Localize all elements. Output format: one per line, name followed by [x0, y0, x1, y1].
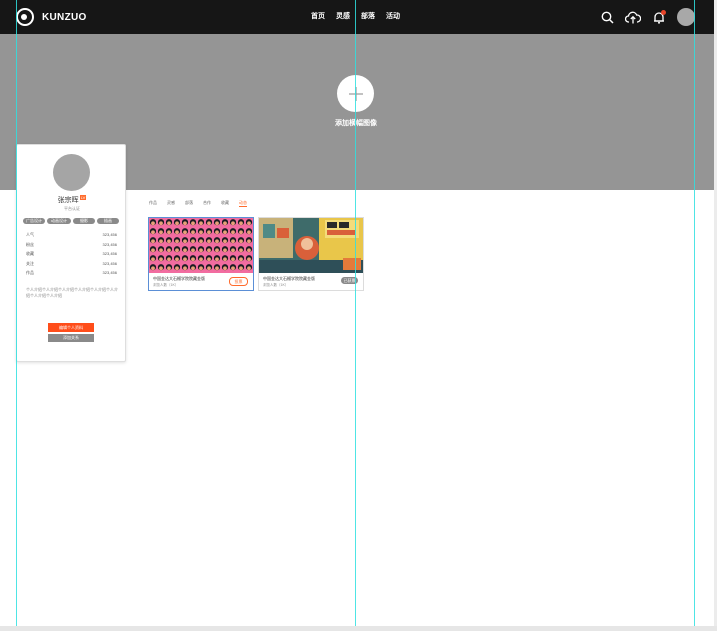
profile-name-row: 张宗晖 LV [17, 195, 127, 205]
nav-item-activity[interactable]: 活动 [386, 11, 400, 21]
level-badge: LV [79, 195, 87, 200]
stat-row: 作品 323,456 [26, 270, 117, 280]
stat-label: 作品 [26, 270, 34, 275]
tab-tribe[interactable]: 部落 [185, 200, 193, 207]
profile-avatar[interactable] [53, 154, 90, 191]
search-icon[interactable] [599, 9, 615, 25]
stat-row: 收藏 323,456 [26, 251, 117, 261]
stat-value: 323,456 [102, 270, 117, 275]
stat-value: 323,456 [102, 251, 117, 256]
work-card[interactable]: 中国金达大石榴学院院藏金版 浏览人数（1K） 已获票 [258, 217, 364, 291]
logo-text: KUNZUO [42, 11, 87, 23]
stat-value: 323,456 [102, 260, 117, 266]
nav-item-inspiration[interactable]: 灵感 [336, 11, 350, 21]
add-relation-button[interactable]: 添加关系 [48, 334, 94, 342]
stat-row: 人气 323,456 [26, 232, 117, 242]
tag-ad-design[interactable]: 广告设计 [23, 218, 45, 224]
header-actions [599, 8, 695, 26]
add-cover-label: 添加横幅图像 [335, 120, 377, 127]
tab-favorites[interactable]: 收藏 [221, 200, 229, 207]
profile-card: 张宗晖 LV 平台认证 广告设计 动画设计 摄影 插画 人气 323,456 粉丝 3… [16, 144, 126, 362]
stat-row: 关注 323,456 [26, 261, 117, 271]
stat-label: 粉丝 [26, 241, 34, 247]
main-nav: 首页 灵感 部落 活动 [311, 11, 400, 21]
work-thumbnail [149, 218, 253, 273]
tab-works[interactable]: 作品 [149, 200, 157, 207]
nav-item-home[interactable]: 首页 [311, 11, 325, 21]
tag-illustration[interactable]: 插画 [97, 218, 119, 224]
tag-animation-design[interactable]: 动画设计 [47, 218, 71, 224]
profile-tags: 广告设计 动画设计 摄影 插画 [23, 218, 119, 224]
stat-label: 收藏 [26, 251, 34, 256]
tag-photography[interactable]: 摄影 [73, 218, 95, 224]
logo-icon [16, 8, 36, 26]
stat-label: 人气 [26, 232, 34, 237]
tab-activity[interactable]: 动态 [239, 200, 247, 207]
profile-description: 个人介绍个人介绍个人介绍个人介绍个人介绍个人介绍个人介绍个人介绍 [26, 287, 118, 298]
stat-value: 323,456 [102, 232, 117, 237]
upload-cloud-icon[interactable] [625, 9, 641, 25]
work-views: 浏览人数（1K） [263, 283, 289, 287]
work-views: 浏览人数（1K） [153, 283, 179, 287]
work-card[interactable]: 中国金达大石榴学院院藏金版 浏览人数（1K） 投票 [148, 217, 254, 291]
profile-name: 张宗晖 [57, 197, 79, 204]
voted-badge: 已获票 [341, 277, 358, 284]
stat-value: 323,456 [102, 241, 117, 247]
site-logo[interactable]: KUNZUO [16, 8, 87, 26]
add-cover-button[interactable] [337, 75, 374, 112]
work-title: 中国金达大石榴学院院藏金版 [153, 276, 205, 281]
content-tabs: 作品 灵感 部落 合作 收藏 动态 [149, 200, 247, 207]
nav-item-tribe[interactable]: 部落 [361, 11, 375, 21]
tab-inspiration[interactable]: 灵感 [167, 200, 175, 207]
edit-profile-button[interactable]: 编辑个人资料 [48, 323, 94, 332]
bell-icon[interactable] [651, 9, 667, 25]
stat-label: 关注 [26, 260, 34, 266]
tab-cooperation[interactable]: 合作 [203, 200, 211, 207]
work-title: 中国金达大石榴学院院藏金版 [263, 276, 315, 281]
horizontal-scrollbar[interactable] [0, 626, 717, 631]
profile-subtitle: 平台认证 [64, 206, 80, 211]
vote-button[interactable]: 投票 [229, 277, 248, 286]
stat-row: 粉丝 323,456 [26, 242, 117, 252]
profile-stats: 人气 323,456 粉丝 323,456 收藏 323,456 关注 323,456 … [26, 232, 117, 280]
plus-icon [348, 86, 363, 101]
notification-badge [661, 10, 666, 15]
top-navigation-bar: KUNZUO 首页 灵感 部落 活动 [0, 0, 717, 34]
user-avatar[interactable] [677, 8, 695, 26]
work-thumbnail [259, 218, 363, 273]
